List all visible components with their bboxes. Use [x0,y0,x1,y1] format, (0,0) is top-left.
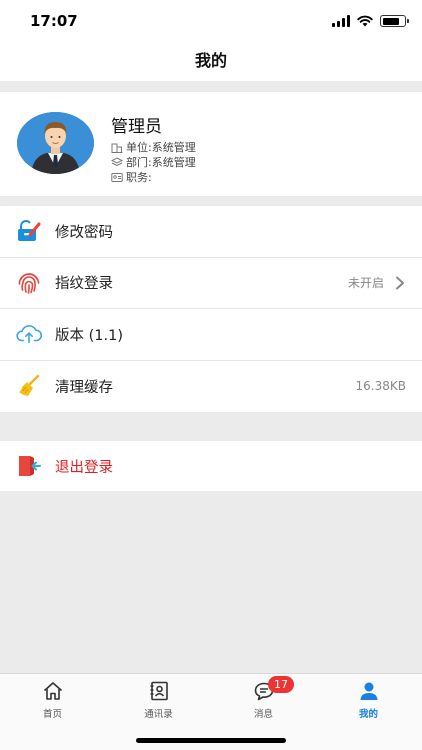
menu-item-label: 指纹登录 [55,276,113,293]
exit-icon [16,453,42,479]
status-icons [332,14,409,28]
profile-position-line: 职务: [111,169,152,185]
cloud-upload-icon [16,321,42,347]
home-indicator [136,738,286,743]
unread-badge: 17 [268,676,294,693]
fingerprint-status: 未开启 [347,276,384,291]
logout-label: 退出登录 [55,459,113,476]
home-icon [43,682,62,700]
menu-item-label: 清理缓存 [55,379,113,396]
contacts-icon [150,681,168,701]
avatar[interactable] [17,112,94,174]
profile-name: 管理员 [111,117,162,137]
tab-mine[interactable]: 我的 [316,680,421,724]
tab-label: 消息 [253,709,273,720]
profile-unit-line: 单位:系统管理 [111,139,196,155]
profile-card[interactable]: 管理员 单位:系统管理 部门:系统管理 职务: [0,92,422,196]
fingerprint-icon [16,270,42,296]
tab-label: 我的 [358,709,378,720]
lock-edit-icon [16,218,42,244]
profile-position: 职务: [126,171,152,184]
status-bar: 17:07 [0,0,422,44]
user-avatar-icon [17,112,94,174]
menu-item-version[interactable]: 版本 (1.1) [0,309,422,361]
cache-size: 16.38KB [355,379,406,394]
tab-label: 通讯录 [144,709,173,720]
menu-item-label: 修改密码 [55,224,113,241]
wifi-icon [357,15,373,27]
broom-icon [16,373,42,399]
profile-department: 部门:系统管理 [126,156,196,169]
tab-messages[interactable]: 17 消息 [211,676,316,724]
profile-unit: 单位:系统管理 [126,141,196,154]
tab-contacts[interactable]: 通讯录 [106,680,211,724]
battery-icon [380,15,409,27]
page-title: 我的 [194,51,227,70]
menu-item-fingerprint-login[interactable]: 指纹登录 未开启 [0,258,422,309]
tab-label: 首页 [42,709,62,720]
signal-icon [332,15,350,27]
layers-icon [111,156,123,166]
profile-department-line: 部门:系统管理 [111,154,196,170]
menu-item-change-password[interactable]: 修改密码 [0,206,422,258]
menu-item-label: 版本 (1.1) [55,327,123,344]
building-icon [111,143,123,153]
status-time: 17:07 [30,12,78,30]
logout-button[interactable]: 退出登录 [0,441,422,491]
menu-item-clear-cache[interactable]: 清理缓存 16.38KB [0,361,422,413]
settings-menu: 修改密码 指纹登录 未开启 版本 (1.1) 清理缓存 16.38KB [0,206,422,412]
chevron-right-icon [390,273,410,293]
person-icon [360,682,377,700]
tab-home[interactable]: 首页 [0,680,105,724]
id-card-icon [111,172,123,182]
nav-bar: 我的 [0,44,422,81]
